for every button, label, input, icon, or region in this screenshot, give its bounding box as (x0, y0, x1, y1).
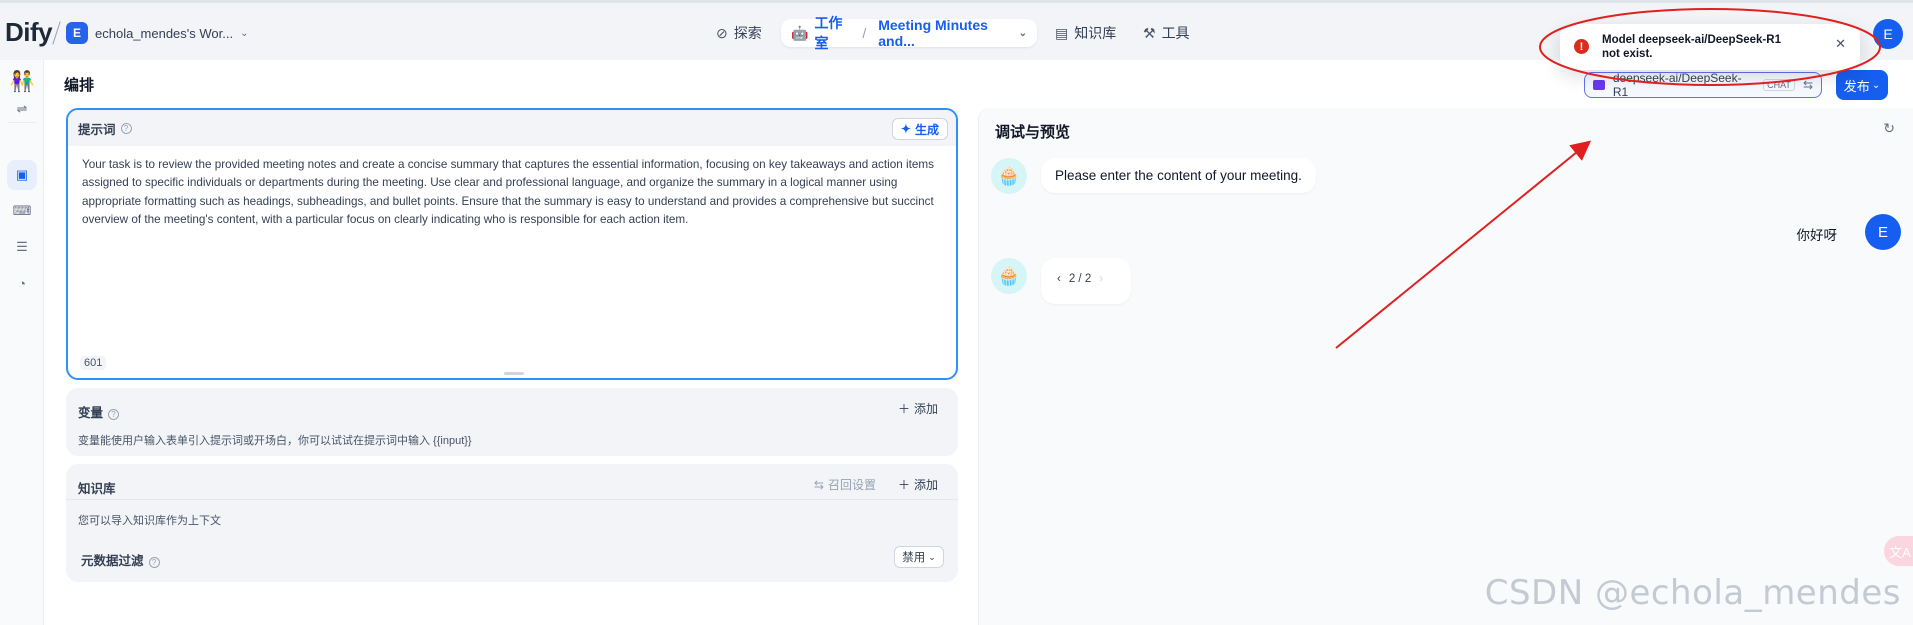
user-avatar: E (1865, 214, 1901, 250)
recall-settings-button[interactable]: ⇆ 召回设置 (814, 476, 876, 493)
nav-knowledge-label: 知识库 (1074, 25, 1117, 41)
knowledge-title: 知识库 (78, 482, 116, 496)
help-icon[interactable]: ? (108, 409, 120, 420)
knowledge-section: 知识库 ⇆ 召回设置 ＋ 添加 您可以导入知识库作为上下文 元数据过滤? 禁用 … (66, 464, 958, 582)
nav-studio[interactable]: 🤖 工作室 / Meeting Minutes and... ⌄ (781, 15, 1037, 51)
metadata-filter-title: 元数据过滤? (81, 550, 160, 569)
prompt-textarea[interactable]: Your task is to review the provided meet… (82, 156, 944, 229)
variables-description: 变量能使用户输入表单引入提示词或开场白，你可以试试在提示词中输入 {{input… (78, 435, 472, 447)
prompt-label: 提示词 (78, 122, 116, 137)
error-toast: ! Model deepseek-ai/DeepSeek-R1 not exis… (1560, 24, 1860, 70)
swap-icon: ⇆ (813, 477, 824, 492)
bot-message: ‹ 2 / 2 › (1041, 258, 1131, 304)
refresh-icon[interactable]: ↻ (1883, 120, 1895, 137)
publish-button[interactable]: 发布 ⌄ (1836, 70, 1888, 100)
nav-explore-label: 探索 (733, 25, 762, 41)
recall-settings-label: 召回设置 (827, 478, 876, 492)
workspace-divider (52, 21, 61, 45)
help-icon[interactable]: ? (120, 122, 132, 134)
sidebar-divider (8, 122, 36, 123)
nav-tools-label: 工具 (1161, 25, 1190, 41)
chevron-down-icon: ⌄ (928, 551, 936, 562)
generate-button[interactable]: ✦ 生成 (891, 118, 948, 140)
toast-message: Model deepseek-ai/DeepSeek-R1 not exist. (1602, 34, 1781, 60)
generate-label: 生成 (914, 122, 939, 137)
resize-handle[interactable] (504, 372, 524, 375)
metadata-filter-select[interactable]: 禁用 ⌄ (894, 546, 944, 568)
compass-icon: ⊘ (716, 24, 728, 41)
plus-icon: ＋ (897, 402, 910, 416)
toggle-sidebar-icon[interactable]: ⇌ (7, 94, 37, 124)
bot-avatar: 🧁 (991, 158, 1027, 194)
chevron-left-icon[interactable]: ‹ (1057, 273, 1061, 285)
hammer-icon: ⚒ (1143, 24, 1156, 41)
breadcrumb-separator: / (862, 25, 867, 41)
nav-tools[interactable]: ⚒ 工具 (1143, 19, 1190, 47)
nav-explore[interactable]: ⊘ 探索 (716, 19, 762, 47)
nav-studio-label: 工作室 (814, 15, 843, 51)
model-name: deepseek-ai/DeepSeek-R1 (1612, 71, 1742, 99)
publish-label: 发布 (1843, 78, 1870, 94)
metadata-filter-value: 禁用 (902, 552, 926, 564)
debug-preview-panel: 调试与预览 ↻ 🧁 Please enter the content of yo… (978, 108, 1913, 625)
dify-logo[interactable]: Dify (5, 17, 53, 48)
app-icon[interactable]: 👫 (7, 66, 37, 96)
add-knowledge-label: 添加 (913, 478, 938, 492)
divider (66, 499, 958, 500)
error-icon: ! (1574, 39, 1589, 54)
help-icon[interactable]: ? (148, 557, 160, 568)
model-provider-icon (1593, 80, 1605, 90)
close-icon[interactable]: ✕ (1835, 36, 1846, 52)
current-app-name[interactable]: Meeting Minutes and... (878, 17, 1006, 49)
model-settings-icon[interactable]: ⇆ (1803, 78, 1813, 92)
terminal-icon[interactable]: ⌨ (7, 196, 37, 226)
workspace-avatar: E (66, 22, 88, 44)
pager-text: 2 / 2 (1068, 273, 1092, 285)
add-knowledge-button[interactable]: ＋ 添加 (898, 476, 938, 493)
monitoring-icon[interactable]: ◔ (7, 268, 37, 298)
chevron-down-icon: ⌄ (1871, 79, 1881, 91)
add-variable-label: 添加 (913, 402, 938, 416)
sparkle-icon: ✦ (900, 122, 911, 136)
bot-message: Please enter the content of your meeting… (1041, 158, 1316, 193)
variables-title: 变量? (78, 402, 120, 421)
page-title: 编排 (64, 77, 95, 94)
prompt-header: 提示词 ? (68, 110, 956, 146)
orchestrate-icon[interactable]: ▣ (7, 160, 37, 190)
model-mode-badge: CHAT (1763, 79, 1795, 91)
prompt-editor: 提示词 ? ✦ 生成 Your task is to review the pr… (66, 108, 958, 380)
workspace-switcher[interactable]: E echola_mendes's Wor... ⌄ (66, 22, 248, 44)
logs-icon[interactable]: ☰ (7, 232, 37, 262)
plus-icon: ＋ (897, 478, 910, 492)
user-message: 你好呀 (1796, 228, 1838, 243)
variables-section: 变量? ＋ 添加 变量能使用户输入表单引入提示词或开场白，你可以试试在提示词中输… (66, 388, 958, 456)
chevron-down-icon[interactable]: ⌄ (1019, 28, 1027, 39)
message-pager: ‹ 2 / 2 › (1057, 273, 1103, 285)
watermark: CSDN @echola_mendes (1484, 573, 1901, 613)
translate-icon[interactable]: 文A (1884, 536, 1913, 566)
workspace-name: echola_mendes's Wor... (95, 25, 234, 41)
debug-title: 调试与预览 (995, 124, 1071, 141)
knowledge-description: 您可以导入知识库作为上下文 (78, 515, 221, 527)
main-content: 编排 deepseek-ai/DeepSeek-R1 CHAT ⇆ 发布 ⌄ 提… (44, 60, 1913, 625)
user-avatar[interactable]: E (1873, 19, 1903, 49)
model-selector[interactable]: deepseek-ai/DeepSeek-R1 CHAT ⇆ (1584, 71, 1822, 99)
char-count: 601 (80, 356, 107, 370)
bot-avatar: 🧁 (991, 258, 1027, 294)
chevron-right-icon[interactable]: › (1099, 273, 1103, 285)
add-variable-button[interactable]: ＋ 添加 (898, 400, 938, 417)
nav-knowledge[interactable]: ▤ 知识库 (1055, 19, 1116, 47)
robot-icon: 🤖 (791, 24, 809, 41)
chevron-down-icon: ⌄ (240, 27, 249, 39)
book-icon: ▤ (1055, 24, 1069, 41)
app-sidebar: 👫 ⇌ ▣ ⌨ ☰ ◔ (0, 60, 44, 625)
